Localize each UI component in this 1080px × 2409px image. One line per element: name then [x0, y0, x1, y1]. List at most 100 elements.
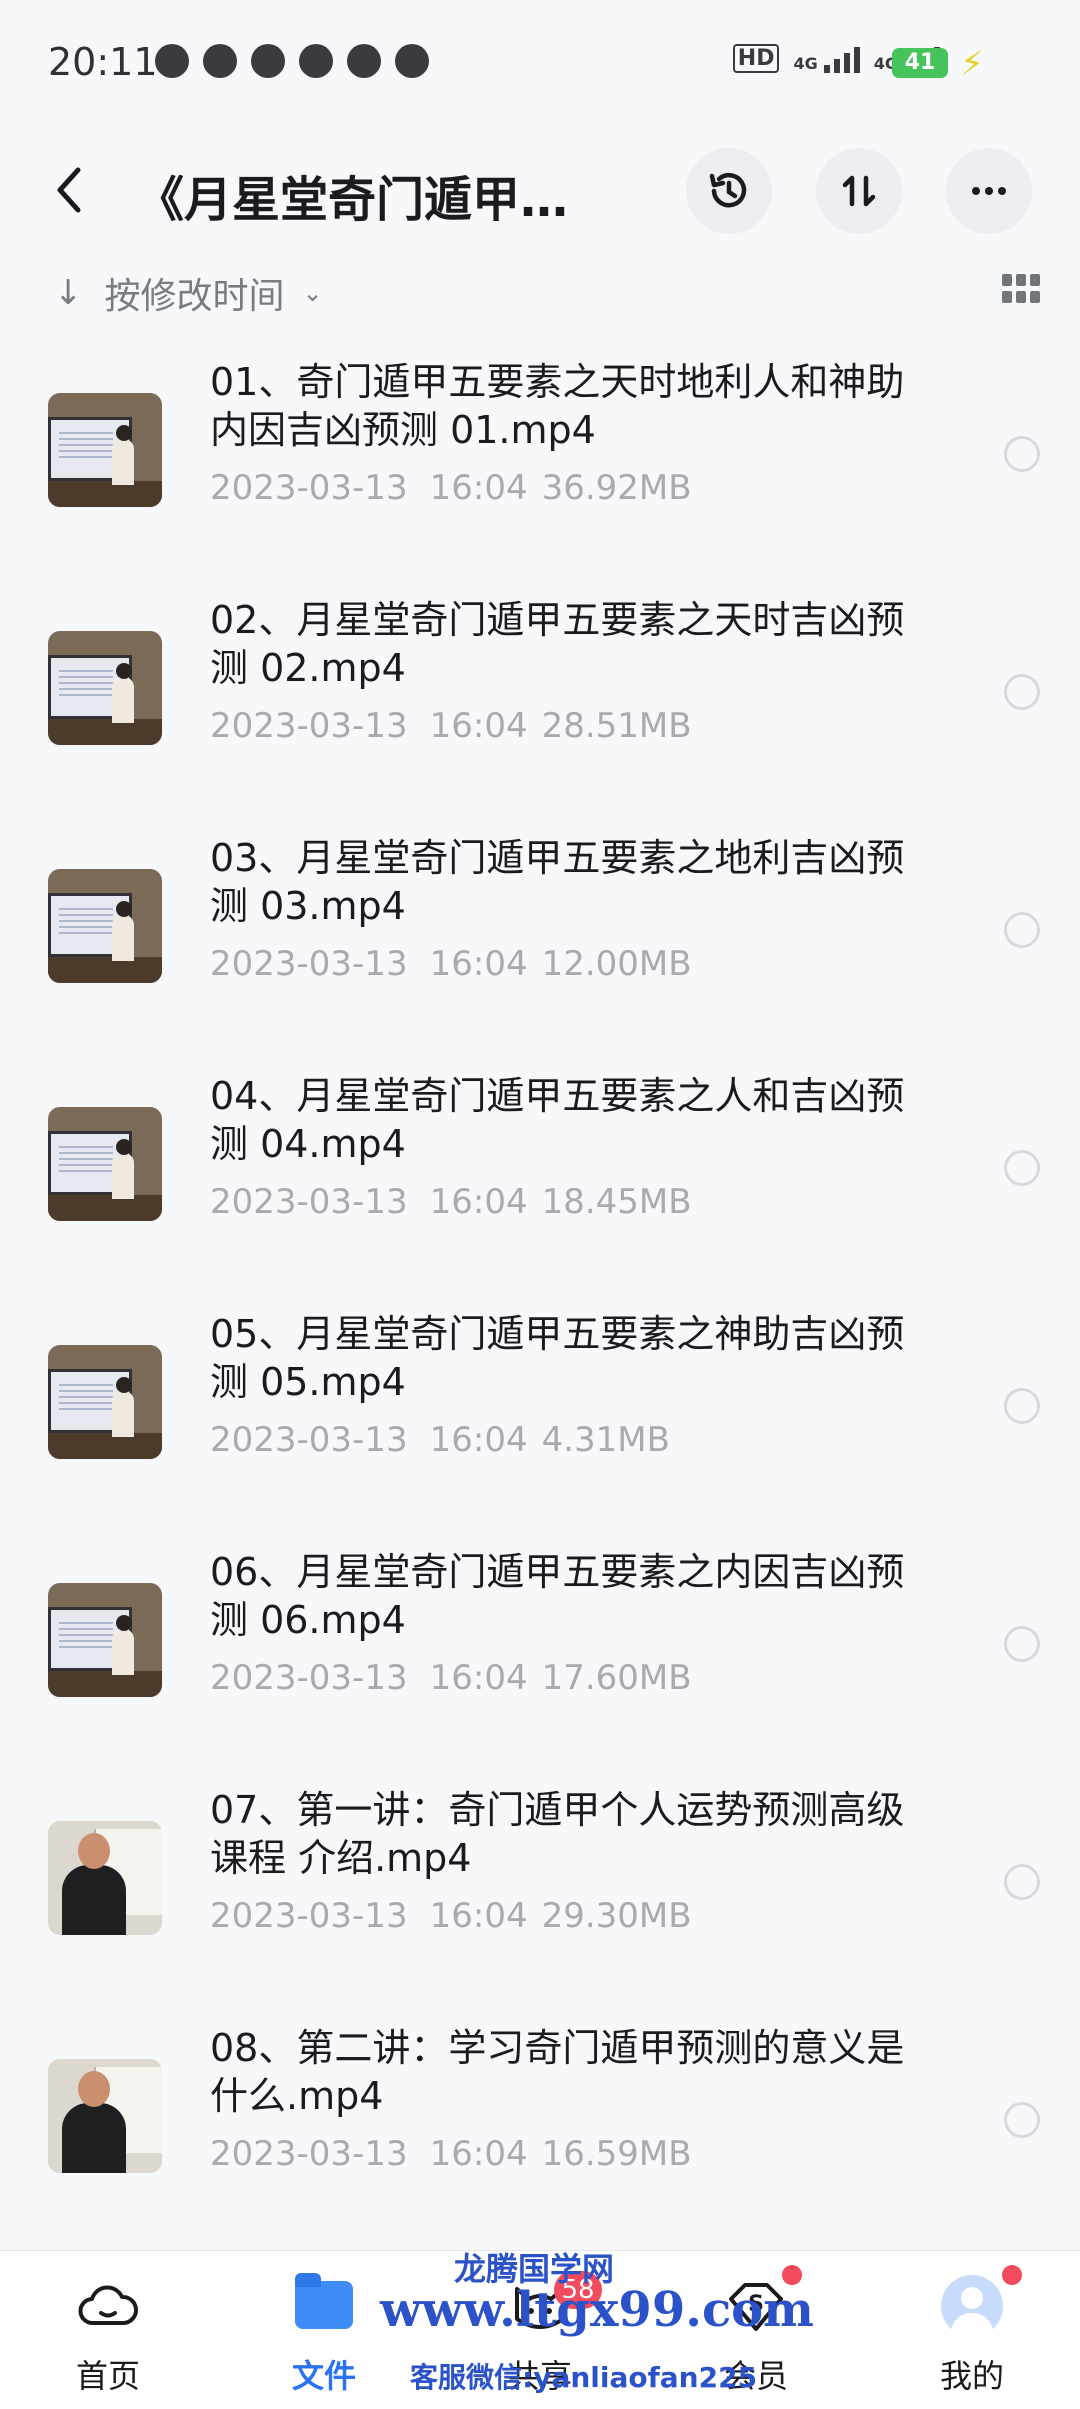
grid-view-toggle[interactable] [1002, 274, 1040, 304]
file-name: 04、月星堂奇门遁甲五要素之人和吉凶预测 04.mp4 [210, 1074, 905, 1166]
nav-me[interactable]: 我的 [864, 2251, 1080, 2409]
page-title: 《月星堂奇门遁甲… [136, 172, 569, 228]
file-size: 36.92MB [541, 468, 692, 508]
file-time: 16:04 [429, 1420, 528, 1460]
file-name: 08、第二讲：学习奇门遁甲预测的意义是什么.mp4 [210, 2026, 905, 2118]
svg-text:S: S [748, 2292, 764, 2317]
file-meta: 2023-03-13 16:04 4.31MB [210, 1420, 670, 1460]
select-checkbox[interactable] [1004, 1864, 1040, 1900]
history-button[interactable] [686, 148, 772, 234]
file-date: 2023-03-13 [210, 2134, 408, 2174]
nav-share[interactable]: 58 共享 [432, 2251, 648, 2409]
select-checkbox[interactable] [1004, 674, 1040, 710]
file-time: 16:04 [429, 1658, 528, 1698]
file-size: 16.59MB [541, 2134, 692, 2174]
video-thumbnail [48, 393, 162, 507]
history-clock-icon [709, 173, 747, 208]
select-checkbox[interactable] [1004, 436, 1040, 472]
file-date: 2023-03-13 [210, 468, 408, 508]
signal-icon: 4G [793, 47, 860, 73]
video-thumbnail [48, 869, 162, 983]
avatar-icon [939, 2273, 1005, 2339]
file-date: 2023-03-13 [210, 1420, 408, 1460]
video-thumbnail [48, 1821, 162, 1935]
battery-icon: 41 [892, 48, 948, 78]
more-button[interactable] [946, 148, 1032, 234]
file-item[interactable]: 06、月星堂奇门遁甲五要素之内因吉凶预测 06.mp4 2023-03-13 16:… [0, 1528, 1080, 1766]
sort-down-arrow-icon: ↓ [54, 273, 83, 313]
bottom-nav: 首页 文件 58 共享 S 会员 我的 [0, 2250, 1080, 2409]
file-date: 2023-03-13 [210, 1658, 408, 1698]
sort-selector[interactable]: ↓ 按修改时间 ⌄ [54, 268, 323, 318]
file-time: 16:04 [429, 1182, 528, 1222]
file-item[interactable]: 07、第一讲：奇门遁甲个人运势预测高级课程 介绍.mp4 2023-03-13 16… [0, 1766, 1080, 2004]
select-checkbox[interactable] [1004, 912, 1040, 948]
file-time: 16:04 [429, 944, 528, 984]
file-date: 2023-03-13 [210, 1182, 408, 1222]
wechat-icon [203, 44, 237, 78]
select-checkbox[interactable] [1004, 1626, 1040, 1662]
file-size: 4.31MB [541, 1420, 670, 1460]
file-size: 28.51MB [541, 706, 692, 746]
file-item[interactable]: 04、月星堂奇门遁甲五要素之人和吉凶预测 04.mp4 2023-03-13 16:… [0, 1052, 1080, 1290]
charging-icon: ⚡ [960, 44, 984, 84]
file-meta: 2023-03-13 16:04 12.00MB [210, 944, 692, 984]
message-icon [347, 44, 381, 78]
file-date: 2023-03-13 [210, 706, 408, 746]
video-thumbnail [48, 1345, 162, 1459]
vip-notification-dot [782, 2265, 802, 2285]
file-item[interactable]: 05、月星堂奇门遁甲五要素之神助吉凶预测 05.mp4 2023-03-13 16:… [0, 1290, 1080, 1528]
select-checkbox[interactable] [1004, 1150, 1040, 1186]
nav-files-label: 文件 [291, 2357, 356, 2395]
cloud-icon [75, 2273, 141, 2339]
file-meta: 2023-03-13 16:04 18.45MB [210, 1182, 692, 1222]
file-item[interactable]: 02、月星堂奇门遁甲五要素之天时吉凶预测 02.mp4 2023-03-13 16:… [0, 576, 1080, 814]
file-name: 06、月星堂奇门遁甲五要素之内因吉凶预测 06.mp4 [210, 1550, 905, 1642]
video-thumbnail [48, 1107, 162, 1221]
file-item[interactable]: 03、月星堂奇门遁甲五要素之地利吉凶预测 03.mp4 2023-03-13 16:… [0, 814, 1080, 1052]
file-item[interactable]: 08、第二讲：学习奇门遁甲预测的意义是什么.mp4 2023-03-13 16:04… [0, 2004, 1080, 2242]
back-arrow-icon [57, 167, 81, 213]
file-name: 05、月星堂奇门遁甲五要素之神助吉凶预测 05.mp4 [210, 1312, 905, 1404]
file-size: 12.00MB [541, 944, 692, 984]
nav-vip[interactable]: S 会员 [648, 2251, 864, 2409]
file-date: 2023-03-13 [210, 944, 408, 984]
share-count-badge: 58 [554, 2271, 602, 2309]
video-thumbnail [48, 631, 162, 745]
file-time: 16:04 [429, 2134, 528, 2174]
grid-icon [1002, 274, 1012, 286]
file-name: 01、奇门遁甲五要素之天时地利人和神助内因吉凶预测 01.mp4 [210, 360, 905, 452]
app-notification-icon [395, 44, 429, 78]
top-bar: 《月星堂奇门遁甲… [0, 140, 1080, 240]
file-meta: 2023-03-13 16:04 36.92MB [210, 468, 692, 508]
vip-diamond-icon: S [723, 2273, 789, 2339]
file-time: 16:04 [429, 468, 528, 508]
me-notification-dot [1002, 2265, 1022, 2285]
file-meta: 2023-03-13 16:04 28.51MB [210, 706, 692, 746]
status-time: 20:11 [48, 40, 158, 84]
nav-vip-label: 会员 [723, 2357, 788, 2395]
notification-icons [155, 44, 429, 78]
file-meta: 2023-03-13 16:04 16.59MB [210, 2134, 692, 2174]
app-notification-icon [155, 44, 189, 78]
file-name: 07、第一讲：奇门遁甲个人运势预测高级课程 介绍.mp4 [210, 1788, 905, 1880]
status-bar: 20:11 HD 4G 4G 41 ⚡ [0, 0, 1080, 120]
nav-me-label: 我的 [939, 2357, 1004, 2395]
back-button[interactable] [46, 162, 96, 218]
nav-home[interactable]: 首页 [0, 2251, 216, 2409]
file-item[interactable]: 01、奇门遁甲五要素之天时地利人和神助内因吉凶预测 01.mp4 2023-03-… [0, 338, 1080, 576]
select-checkbox[interactable] [1004, 1388, 1040, 1424]
nav-files[interactable]: 文件 [216, 2251, 432, 2409]
app-notification-icon [251, 44, 285, 78]
file-name: 03、月星堂奇门遁甲五要素之地利吉凶预测 03.mp4 [210, 836, 905, 928]
video-thumbnail [48, 2059, 162, 2173]
file-list: 01、奇门遁甲五要素之天时地利人和神助内因吉凶预测 01.mp4 2023-03-… [0, 338, 1080, 2242]
sort-arrows-icon [842, 175, 876, 207]
sort-button[interactable] [816, 148, 902, 234]
file-date: 2023-03-13 [210, 1896, 408, 1936]
chevron-down-icon: ⌄ [302, 279, 323, 307]
file-meta: 2023-03-13 16:04 29.30MB [210, 1896, 692, 1936]
file-meta: 2023-03-13 16:04 17.60MB [210, 1658, 692, 1698]
select-checkbox[interactable] [1004, 2102, 1040, 2138]
more-dots-icon [972, 187, 1006, 195]
